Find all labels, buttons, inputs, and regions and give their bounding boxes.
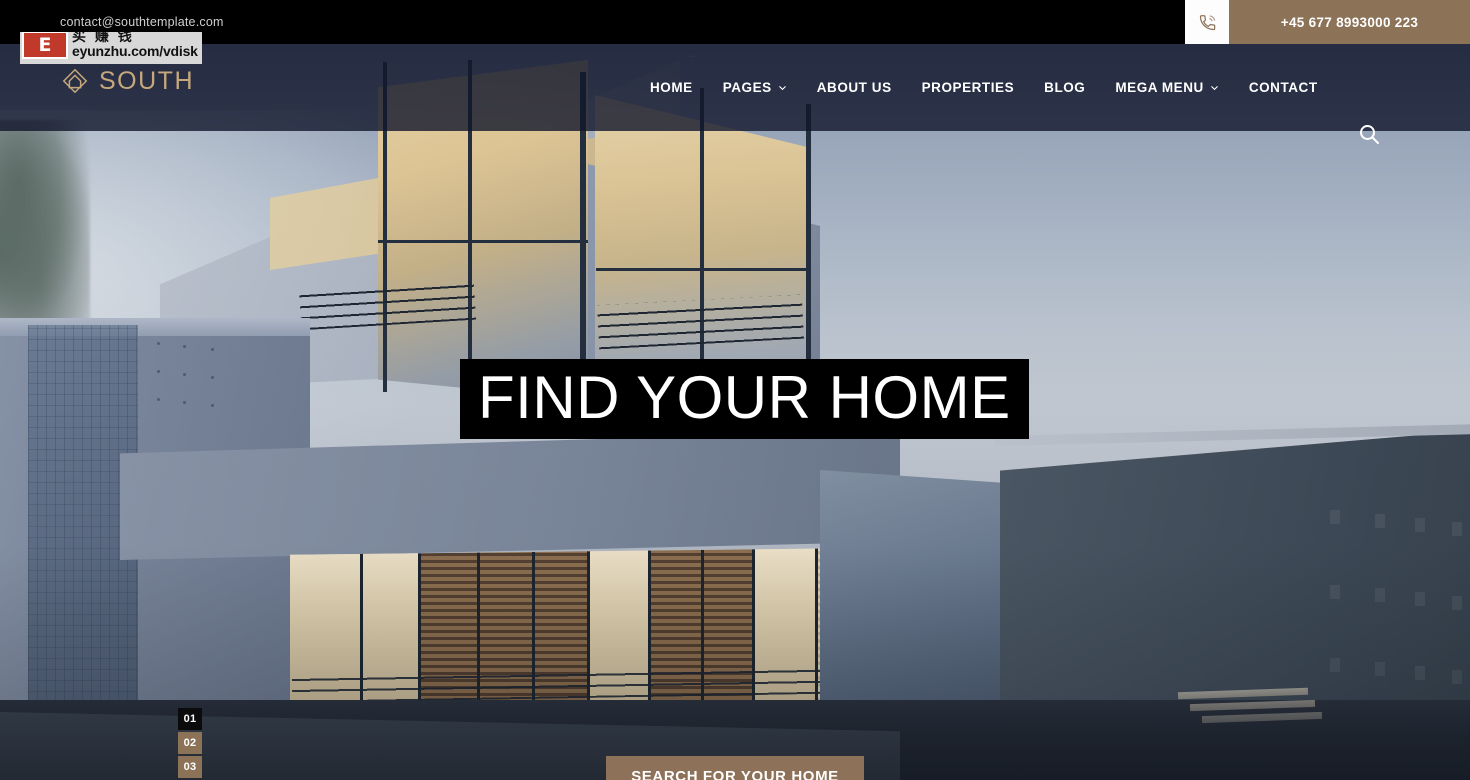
search-for-your-home-button[interactable]: SEARCH FOR YOUR HOME — [606, 756, 864, 780]
nav-label: PAGES — [722, 80, 772, 95]
facade-fixings — [155, 340, 235, 415]
chevron-down-icon — [1210, 83, 1219, 92]
nav-label: ABOUT US — [816, 80, 892, 95]
building-right-volume — [1000, 430, 1470, 720]
site-logo[interactable]: SOUTH — [60, 66, 194, 96]
nav-label: PROPERTIES — [921, 80, 1015, 95]
top-bar-spacer — [224, 0, 1185, 44]
nav-label: HOME — [650, 80, 693, 95]
phone-number-block[interactable]: +45 677 8993000 223 — [1229, 0, 1470, 44]
nav-item-blog[interactable]: BLOG — [1029, 80, 1100, 95]
nav-item-about-us[interactable]: ABOUT US — [802, 80, 907, 95]
hero-title: FIND YOUR HOME — [460, 359, 1029, 439]
watermark-text-group: 买 赚 钱 eyunzhu.com/vdisk — [72, 32, 198, 59]
nav-item-mega-menu[interactable]: MEGA MENU — [1100, 80, 1233, 95]
phone-ringing-icon — [1185, 0, 1229, 44]
slide-indicator-02[interactable]: 02 — [178, 732, 202, 754]
watermark-logo-icon: E — [22, 32, 68, 59]
watermark-badge-letter: E — [38, 33, 52, 56]
slide-indicator-01[interactable]: 01 — [178, 708, 202, 730]
house-diamond-icon — [60, 66, 90, 96]
transom — [378, 240, 588, 243]
page-root: contact@southtemplate.com +45 677 899300… — [0, 0, 1470, 780]
nav-label: MEGA MENU — [1115, 80, 1204, 95]
nav-item-pages[interactable]: PAGES — [708, 80, 802, 95]
nav-label: BLOG — [1044, 80, 1086, 95]
transom — [596, 268, 810, 271]
nav-label: CONTACT — [1248, 80, 1318, 95]
watermark-overlay: E 买 赚 钱 eyunzhu.com/vdisk — [20, 32, 202, 64]
watermark-url: eyunzhu.com/vdisk — [72, 43, 198, 59]
tree-foliage — [0, 120, 90, 330]
nav-item-properties[interactable]: PROPERTIES — [907, 80, 1030, 95]
search-icon[interactable] — [1357, 122, 1381, 146]
site-header: SOUTH HOME PAGES ABOUT US PROPERTIES BLO… — [0, 44, 1470, 144]
slider-pagination: 01 02 03 — [178, 708, 202, 778]
top-bar: contact@southtemplate.com +45 677 899300… — [0, 0, 1470, 44]
nav-item-contact[interactable]: CONTACT — [1234, 80, 1333, 95]
main-navigation: HOME PAGES ABOUT US PROPERTIES BLOG MEGA… — [650, 44, 1333, 131]
chevron-down-icon — [778, 83, 787, 92]
nav-item-home[interactable]: HOME — [650, 80, 708, 95]
logo-text: SOUTH — [99, 66, 194, 95]
phone-number: +45 677 8993000 223 — [1280, 14, 1419, 30]
slide-indicator-03[interactable]: 03 — [178, 756, 202, 778]
